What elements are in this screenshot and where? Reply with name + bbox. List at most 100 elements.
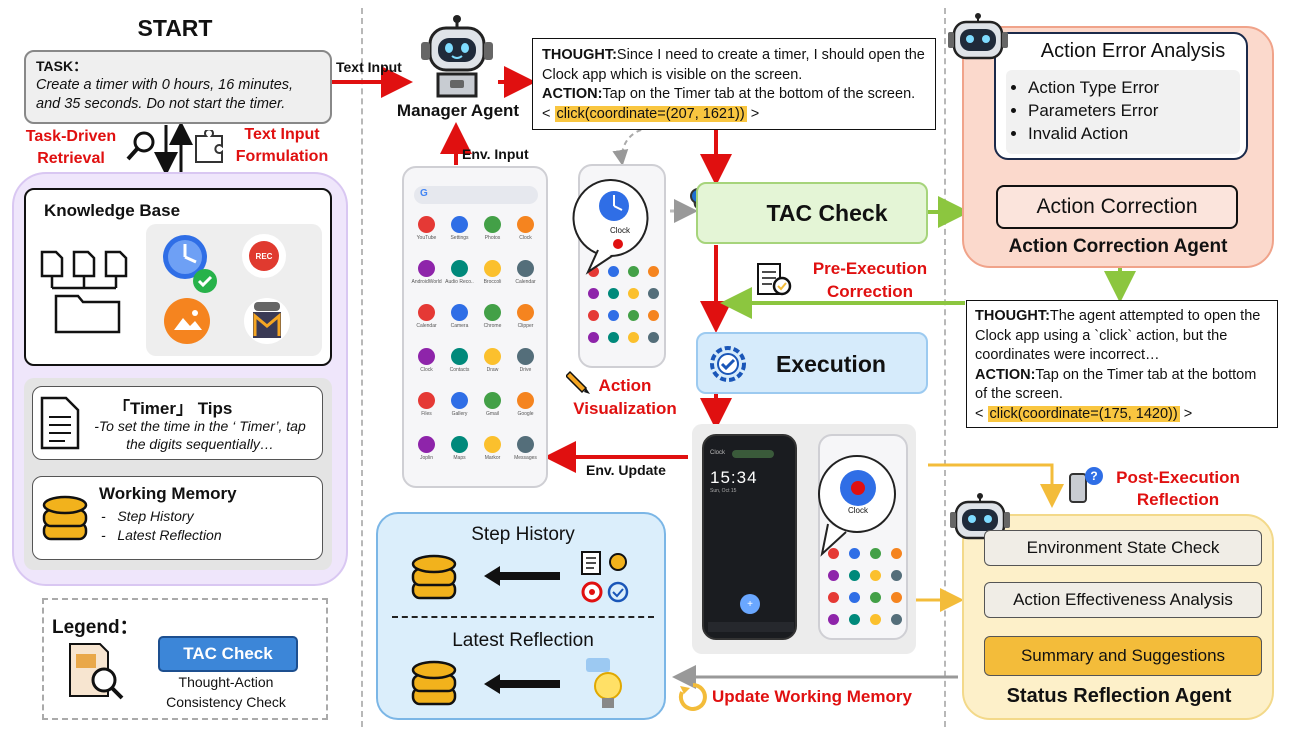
task-label: TASK: [36, 58, 74, 74]
tips-box: 「Timer」 Tips -To set the time in the ‘ T…: [32, 386, 323, 460]
app-icon[interactable]: [828, 570, 839, 581]
reflection-step-1: Environment State Check: [984, 530, 1262, 566]
legend-title: Legend：: [52, 617, 139, 638]
app-icon[interactable]: [451, 216, 468, 233]
app-icon[interactable]: [870, 570, 881, 581]
app-icon[interactable]: [588, 332, 599, 343]
clock-screen: Clock 15:34 Sun, Oct 15 +: [702, 434, 797, 640]
correction-action-pre: <: [975, 405, 984, 422]
wm-item-latest-reflection: - Latest Reflection: [101, 527, 222, 543]
step-history-database-icon: [411, 554, 457, 600]
refresh-icon: [678, 683, 707, 711]
legend-desc: Thought-Action Consistency Check: [166, 674, 286, 710]
recorder-icon: REC: [242, 234, 286, 278]
app-icon[interactable]: [608, 332, 619, 343]
app-icon[interactable]: [828, 614, 839, 625]
app-icon[interactable]: [608, 310, 619, 321]
app-icon[interactable]: [484, 216, 501, 233]
app-icon[interactable]: [870, 592, 881, 603]
memory-update-panel: Step History Latest Reflection: [376, 512, 666, 720]
app-icon[interactable]: [451, 392, 468, 409]
app-icon[interactable]: [628, 288, 639, 299]
app-label: Calendar: [515, 279, 536, 285]
clock-tab-bar[interactable]: [708, 622, 794, 632]
correction-agent-title: Action Correction Agent: [1008, 236, 1228, 257]
app-icon[interactable]: [418, 392, 435, 409]
document-icon: [40, 396, 80, 450]
app-icon[interactable]: [588, 288, 599, 299]
text-input-label: Text Input: [336, 59, 402, 75]
app-icon[interactable]: [870, 614, 881, 625]
app-icon[interactable]: [891, 592, 902, 603]
clock-alarm-pill: [732, 450, 774, 458]
app-icon[interactable]: [648, 288, 659, 299]
lightbulb-icon: [586, 658, 622, 708]
wm-item-step-history: - Step History: [101, 508, 194, 524]
app-icon[interactable]: [628, 332, 639, 343]
app-icon[interactable]: [517, 304, 534, 321]
app-icon[interactable]: [451, 260, 468, 277]
execution-box: Execution: [696, 332, 928, 394]
app-icon[interactable]: [484, 436, 501, 453]
start-title: START: [137, 15, 213, 41]
planning-icon: [581, 551, 629, 603]
app-label: Google: [517, 411, 534, 417]
app-icon[interactable]: [451, 304, 468, 321]
reflection-agent-title: Status Reflection Agent: [1006, 685, 1232, 707]
app-icon[interactable]: [517, 392, 534, 409]
manager-thought-label: THOUGHT:: [542, 47, 617, 63]
app-icon[interactable]: [517, 216, 534, 233]
app-icon[interactable]: [418, 260, 435, 277]
app-icon[interactable]: [484, 348, 501, 365]
app-label: Clock: [519, 235, 532, 241]
app-icon[interactable]: [849, 592, 860, 603]
app-label: Files: [421, 411, 432, 417]
phone-search-bar[interactable]: G: [414, 186, 538, 204]
app-icon[interactable]: [418, 216, 435, 233]
clock-header: Clock: [710, 450, 726, 456]
app-label: AndroidWorld: [411, 279, 442, 285]
clock-add-button[interactable]: +: [740, 594, 760, 614]
app-icon[interactable]: [418, 436, 435, 453]
app-icon[interactable]: [484, 392, 501, 409]
app-icon[interactable]: [648, 310, 659, 321]
app-icon[interactable]: [828, 592, 839, 603]
app-icon[interactable]: [588, 310, 599, 321]
error-item: Parameters Error: [1028, 99, 1240, 122]
app-icon[interactable]: [628, 310, 639, 321]
reflection-step-3: Summary and Suggestions: [984, 636, 1262, 676]
app-icon[interactable]: [517, 260, 534, 277]
latest-reflection-title: Latest Reflection: [452, 630, 594, 651]
task-box: TASK： Create a timer with 0 hours, 16 mi…: [24, 50, 332, 124]
app-icon[interactable]: [517, 436, 534, 453]
app-icon[interactable]: [484, 304, 501, 321]
action-correction-box: Action Correction: [996, 185, 1238, 229]
app-icon[interactable]: [418, 348, 435, 365]
rec-label: REC: [249, 241, 279, 271]
kb-title: Knowledge Base: [44, 201, 181, 220]
app-label: Photos: [484, 235, 501, 241]
app-icon[interactable]: [849, 570, 860, 581]
clock-time: 15:34: [710, 468, 758, 487]
wm-title: Working Memory: [99, 484, 237, 503]
app-icon[interactable]: [891, 570, 902, 581]
app-label: Joplin: [419, 455, 434, 461]
action-visualization-label: Action Visualization: [573, 376, 677, 418]
app-icon[interactable]: [648, 332, 659, 343]
correction-action-label: ACTION:: [975, 366, 1036, 383]
app-icon[interactable]: [891, 614, 902, 625]
tac-check-box: TAC Check: [696, 182, 928, 244]
app-icon[interactable]: [484, 260, 501, 277]
clock-date: Sun, Oct 15: [710, 488, 737, 494]
formulation-label: Text Input Formulation: [235, 126, 329, 165]
app-icon[interactable]: [451, 436, 468, 453]
manager-action-call: click(coordinate=(207, 1621)): [554, 105, 747, 122]
env-update-label: Env. Update: [586, 462, 666, 478]
app-label: Contacts: [449, 367, 470, 373]
app-label: Drive: [519, 367, 532, 373]
app-icon[interactable]: [608, 288, 619, 299]
app-icon[interactable]: [849, 614, 860, 625]
app-icon[interactable]: [418, 304, 435, 321]
app-icon[interactable]: [451, 348, 468, 365]
app-icon[interactable]: [517, 348, 534, 365]
